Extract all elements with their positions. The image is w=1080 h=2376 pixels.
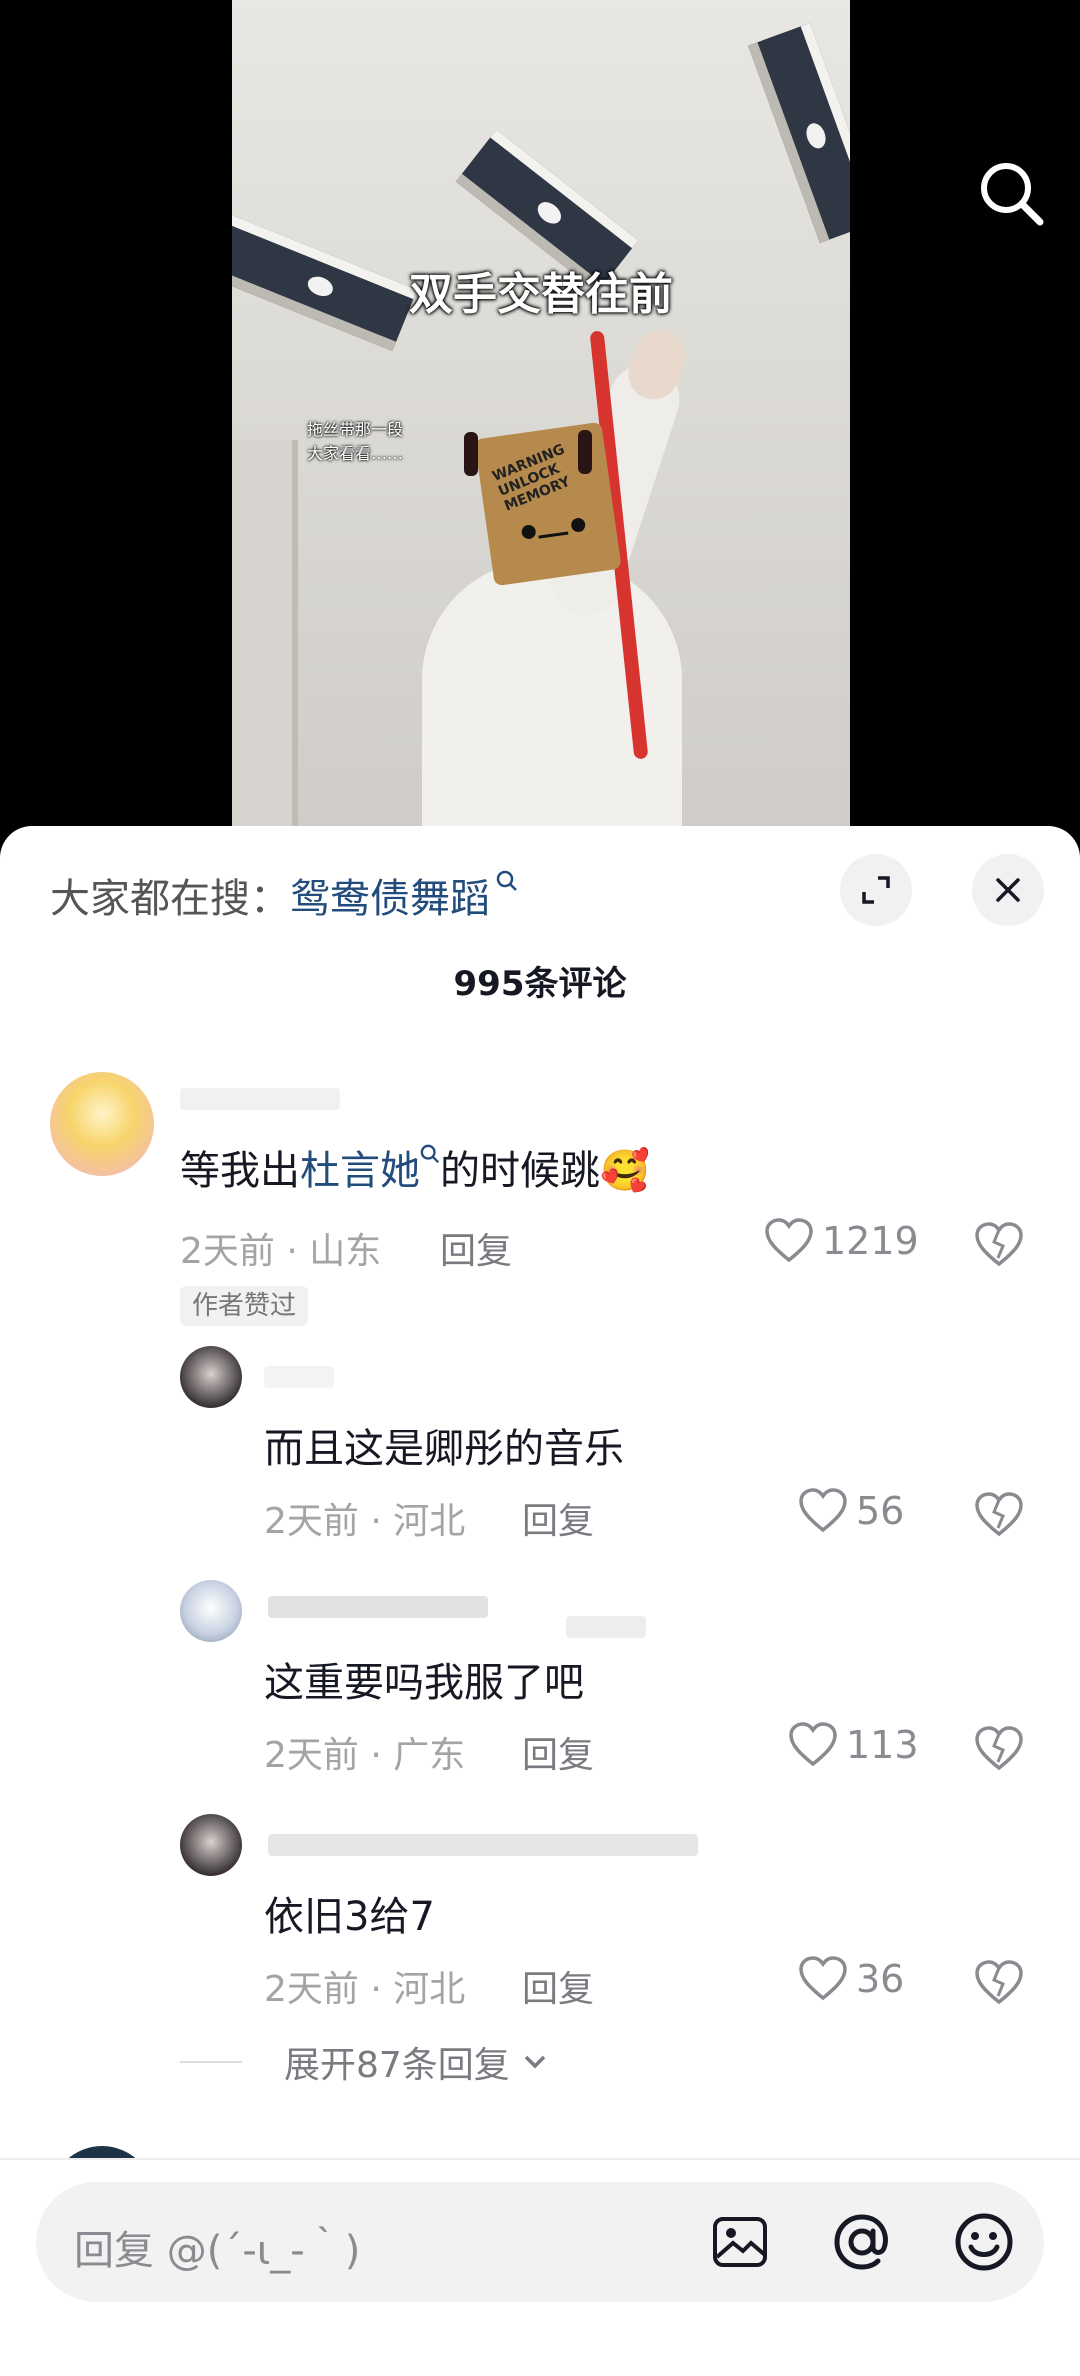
- expand-replies-label: 展开87条回复: [284, 2045, 510, 2086]
- dislike-button[interactable]: [974, 1492, 1024, 1542]
- bottle: [464, 432, 478, 476]
- comment-meta: 2天前 · 广东: [264, 1735, 466, 1776]
- username[interactable]: [264, 1366, 334, 1388]
- avatar[interactable]: [180, 1346, 242, 1408]
- image-button[interactable]: [708, 2210, 772, 2274]
- broken-heart-icon: [975, 1222, 1023, 1267]
- close-button[interactable]: [972, 854, 1044, 926]
- comment-text: 等我出杜言她 的时候跳🥰: [180, 1138, 650, 1196]
- like-count: 36: [856, 1957, 905, 2001]
- comment-meta: 2天前 · 山东: [180, 1231, 382, 1272]
- chevron-down-icon: [524, 2055, 546, 2069]
- door: [232, 440, 298, 860]
- like-button[interactable]: 36: [798, 1956, 904, 2002]
- like-count: 1219: [822, 1219, 919, 1263]
- comment-count: 995条评论: [453, 964, 627, 1004]
- reply-button[interactable]: 回复: [440, 1222, 512, 1274]
- like-count: 113: [846, 1723, 919, 1767]
- dislike-button[interactable]: [974, 1222, 1024, 1272]
- bottle: [578, 430, 592, 474]
- divider: [180, 2061, 242, 2063]
- at-icon: [834, 2214, 888, 2270]
- comment-input-placeholder: 回复 @(´-ι_-｀): [74, 2228, 361, 2274]
- paper-bag-mask: WARNING UNLOCK MEMORY: [474, 421, 622, 587]
- like-count: 56: [856, 1489, 905, 1533]
- image-icon: [713, 2217, 767, 2267]
- broken-heart-icon: [975, 1960, 1023, 2005]
- heart-icon: [765, 1218, 813, 1263]
- search-icon: [496, 870, 517, 891]
- username[interactable]: [268, 1834, 698, 1856]
- search-button[interactable]: [976, 158, 1048, 230]
- avatar[interactable]: [180, 1814, 242, 1876]
- heart-icon: [789, 1722, 837, 1767]
- mention-button[interactable]: [830, 2210, 894, 2274]
- comment-input[interactable]: 回复 @(´-ι_-｀): [36, 2182, 1044, 2302]
- comment-text: 依旧3给7: [264, 1894, 435, 1940]
- emoji-button[interactable]: [952, 2210, 1016, 2274]
- heart-icon: [799, 1488, 847, 1533]
- video-caption: 双手交替往前: [409, 269, 673, 320]
- hot-search[interactable]: 大家都在搜：鸳鸯债舞蹈: [50, 866, 518, 924]
- broken-heart-icon: [975, 1492, 1023, 1537]
- comment-text: 这重要吗我服了吧: [264, 1660, 584, 1706]
- comment-sheet: 大家都在搜：鸳鸯债舞蹈 995条评论 等我出杜言她 的时候跳🥰 2天前 · 山东 …: [0, 826, 1080, 2374]
- reply-button[interactable]: 回复: [522, 1960, 594, 2012]
- comment-meta: 2天前 · 河北: [264, 1501, 466, 1542]
- dislike-button[interactable]: [974, 1960, 1024, 2010]
- comment-text: 而且这是卿彤的音乐: [264, 1426, 624, 1472]
- search-icon: [981, 163, 1044, 226]
- close-icon: [996, 878, 1020, 902]
- comment-meta: 2天前 · 河北: [264, 1969, 466, 2010]
- expand-sheet-button[interactable]: [840, 854, 912, 926]
- like-button[interactable]: 1219: [764, 1218, 919, 1264]
- like-button[interactable]: 113: [788, 1722, 919, 1768]
- reply-button[interactable]: 回复: [522, 1492, 594, 1544]
- broken-heart-icon: [975, 1726, 1023, 1771]
- author-liked-badge: 作者赞过: [180, 1286, 309, 1326]
- heart-icon: [799, 1956, 847, 2001]
- avatar[interactable]: [50, 1072, 154, 1176]
- expand-replies-button[interactable]: 展开87条回复: [180, 2036, 552, 2088]
- username-suffix: [566, 1616, 646, 1638]
- search-icon: [420, 1144, 439, 1163]
- avatar[interactable]: [180, 1580, 242, 1642]
- comment-keyword-link[interactable]: 杜言她: [300, 1148, 420, 1194]
- video-player[interactable]: WARNING UNLOCK MEMORY 双手交替往前 拖丝带那一段 大家看看…: [232, 0, 850, 860]
- bag-text: WARNING UNLOCK MEMORY: [490, 441, 573, 515]
- ceiling-light: [748, 23, 850, 243]
- emoji-icon: [955, 2213, 1013, 2271]
- video-overlay-text: 拖丝带那一段 大家看看……: [307, 420, 404, 463]
- comment-input-bar: 回复 @(´-ι_-｀): [0, 2158, 1080, 2376]
- hot-search-prefix: 大家都在搜：: [50, 876, 290, 922]
- reply-button[interactable]: 回复: [522, 1726, 594, 1778]
- dislike-button[interactable]: [974, 1726, 1024, 1776]
- username[interactable]: [180, 1088, 340, 1110]
- username[interactable]: [268, 1596, 488, 1618]
- like-button[interactable]: 56: [798, 1488, 904, 1534]
- hot-search-keyword[interactable]: 鸳鸯债舞蹈: [290, 876, 490, 922]
- collapse-icon: [862, 876, 890, 904]
